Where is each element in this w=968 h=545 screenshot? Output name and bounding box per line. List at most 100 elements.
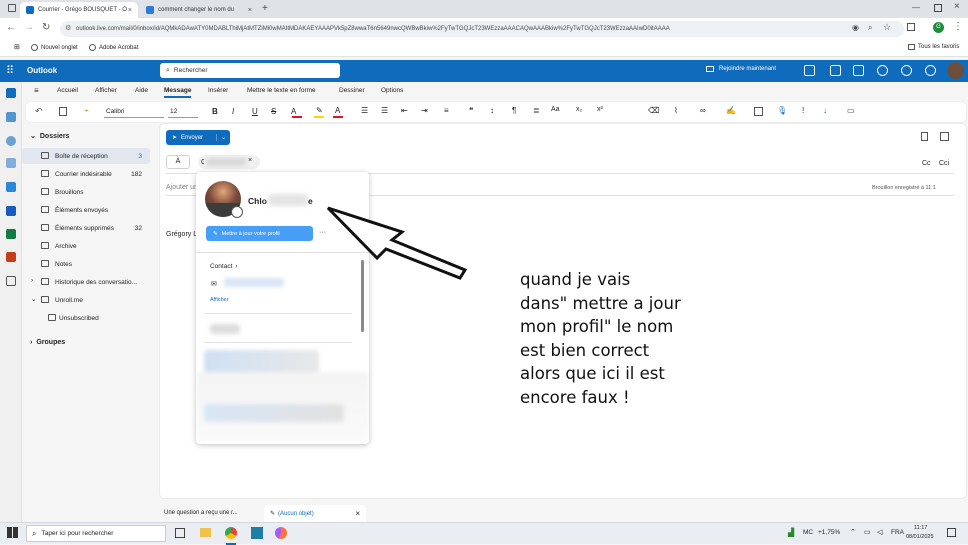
update-profile-button[interactable]: ✎ Mettre à jour votre profil — [206, 226, 313, 241]
dictate-icon[interactable]: 🎙 — [777, 106, 787, 115]
cc-button[interactable]: Cc — [922, 160, 931, 167]
text-color-bar[interactable] — [333, 116, 343, 118]
close-window-icon[interactable]: × — [954, 1, 960, 12]
calendar-icon[interactable] — [6, 112, 16, 122]
outdent-icon[interactable]: ⇤ — [401, 106, 408, 115]
send-button[interactable]: ➤ Envoyer ⌄ — [166, 130, 230, 145]
minimize-icon[interactable]: — — [912, 3, 920, 12]
tab-afficher[interactable]: Afficher — [95, 87, 117, 94]
strikethrough-icon[interactable]: S — [271, 107, 276, 116]
discard-icon[interactable] — [921, 132, 928, 141]
remove-recipient-icon[interactable]: × — [248, 157, 252, 164]
font-icon[interactable]: A — [291, 107, 296, 116]
line-spacing-icon[interactable]: ≣ — [533, 106, 540, 115]
zoom-icon[interactable]: ⌕ — [868, 23, 872, 33]
indent-icon[interactable]: ⇥ — [421, 106, 428, 115]
redacted-email[interactable] — [224, 278, 284, 287]
message-tab-active[interactable]: ✎ (Aucun objet) × — [264, 505, 366, 522]
clock-date[interactable]: 08/01/2025 — [906, 534, 934, 540]
site-info-icon[interactable]: ⚙ — [65, 24, 71, 32]
tab-accueil[interactable]: Accueil — [57, 87, 78, 94]
lightbulb-icon[interactable] — [925, 65, 936, 76]
link-icon[interactable]: ∞ — [700, 106, 706, 115]
reload-icon[interactable]: ↻ — [42, 22, 50, 33]
close-icon[interactable]: × — [248, 7, 252, 14]
app-launcher-icon[interactable]: ⠿ — [6, 64, 14, 77]
profile-avatar[interactable]: G — [933, 22, 944, 33]
browser-tab-outlook[interactable]: Courrier - Grégo BOUSQUET - O × — [20, 2, 138, 18]
windows-start-icon[interactable] — [7, 527, 18, 538]
todo-icon[interactable] — [6, 182, 16, 192]
bold-icon[interactable]: B — [212, 107, 218, 116]
groups-icon[interactable] — [6, 158, 16, 168]
folder-notes[interactable]: Notes — [22, 256, 150, 272]
new-tab-icon[interactable]: + — [262, 3, 268, 14]
clock-time[interactable]: 11:17 — [914, 525, 927, 531]
language-label[interactable]: FRA — [891, 529, 904, 536]
tab-inserer[interactable]: Insérer — [208, 87, 228, 94]
message-tab[interactable]: Une question a reçu une r... — [164, 510, 238, 516]
paste-icon[interactable] — [59, 107, 67, 116]
mail-icon[interactable] — [6, 88, 16, 98]
popout-icon[interactable] — [940, 132, 949, 141]
feedback-icon[interactable] — [853, 65, 864, 76]
chevron-up-icon[interactable]: ⌃ — [850, 528, 856, 536]
low-importance-icon[interactable]: ↓ — [823, 106, 827, 115]
numbering-icon[interactable]: ☰ — [381, 106, 388, 115]
firefox-icon[interactable] — [275, 527, 287, 539]
view-icon[interactable]: ▭ — [847, 106, 855, 115]
aa-case-icon[interactable]: Aa — [551, 106, 560, 113]
recipient-chip[interactable]: Chlo × — [198, 155, 260, 169]
notifications-icon[interactable] — [947, 528, 956, 537]
people-icon[interactable] — [6, 136, 16, 146]
browser-tab-bing[interactable]: comment changer le nom du × — [140, 2, 258, 18]
maximize-icon[interactable] — [934, 4, 942, 12]
gear-icon[interactable] — [901, 65, 912, 76]
show-more-link[interactable]: Afficher — [210, 297, 229, 303]
presence-icon[interactable] — [231, 206, 243, 218]
url-field[interactable]: ⚙ outlook.live.com/mail/0/inbox/id/AQMkA… — [60, 21, 904, 37]
extensions-icon[interactable] — [907, 23, 915, 31]
chevron-down-icon[interactable]: ⌄ — [215, 134, 230, 141]
bookmark-acrobat[interactable]: Adobe Acrobat — [89, 44, 138, 51]
close-icon[interactable]: × — [128, 7, 132, 14]
onenote-icon[interactable] — [830, 65, 841, 76]
table-icon[interactable] — [754, 107, 763, 116]
underline-icon[interactable]: U — [252, 107, 258, 116]
importance-icon[interactable]: ! — [802, 106, 804, 115]
signature-text[interactable]: Grégory L — [166, 231, 197, 238]
teams-icon[interactable] — [804, 65, 815, 76]
folders-header[interactable]: ⌄ Dossiers — [30, 132, 69, 141]
groups-header[interactable]: › Groupes — [30, 339, 65, 346]
taskbar-search-input[interactable]: ⌕ Taper ici pour rechercher — [26, 525, 166, 542]
hamburger-icon[interactable]: ≡ — [34, 86, 39, 95]
file-explorer-icon[interactable] — [200, 528, 211, 537]
cci-button[interactable]: Cci — [939, 160, 949, 167]
tab-list-icon[interactable] — [8, 4, 16, 12]
align-icon[interactable]: ≡ — [444, 106, 449, 115]
tab-dessiner[interactable]: Dessiner — [339, 87, 365, 94]
avatar[interactable] — [947, 62, 964, 79]
format-painter-icon[interactable]: ⌁ — [84, 106, 89, 115]
attach-icon[interactable]: ⌇ — [674, 106, 678, 115]
forward-icon[interactable]: → — [24, 22, 34, 33]
bookmark-new-tab[interactable]: Nouvel onglet — [31, 44, 78, 51]
folder-history[interactable]: › Historique des conversatio... — [22, 274, 150, 290]
clear-format-icon[interactable]: ⌫ — [648, 106, 659, 115]
join-meeting-button[interactable]: Rejoindre maintenant — [706, 66, 776, 72]
quote-icon[interactable]: ❝ — [469, 106, 473, 115]
tab-message[interactable]: Message — [164, 87, 192, 98]
volume-icon[interactable]: ◁ — [877, 528, 882, 536]
star-icon[interactable]: ☆ — [883, 22, 891, 33]
eye-icon[interactable]: ◉ — [852, 23, 859, 32]
italic-icon[interactable]: I — [232, 107, 234, 116]
folder-drafts[interactable]: Brouillons — [22, 184, 150, 200]
font-size-select[interactable]: 12 — [168, 105, 198, 118]
superscript-icon[interactable]: x² — [597, 106, 603, 113]
tab-aide[interactable]: Aide — [135, 87, 148, 94]
word-icon[interactable] — [6, 206, 16, 216]
market-change[interactable]: +1,75% — [818, 529, 840, 536]
apps-icon[interactable]: ⊞ — [14, 43, 20, 51]
bell-icon[interactable] — [877, 65, 888, 76]
menu-icon[interactable]: ⋮ — [953, 21, 963, 32]
